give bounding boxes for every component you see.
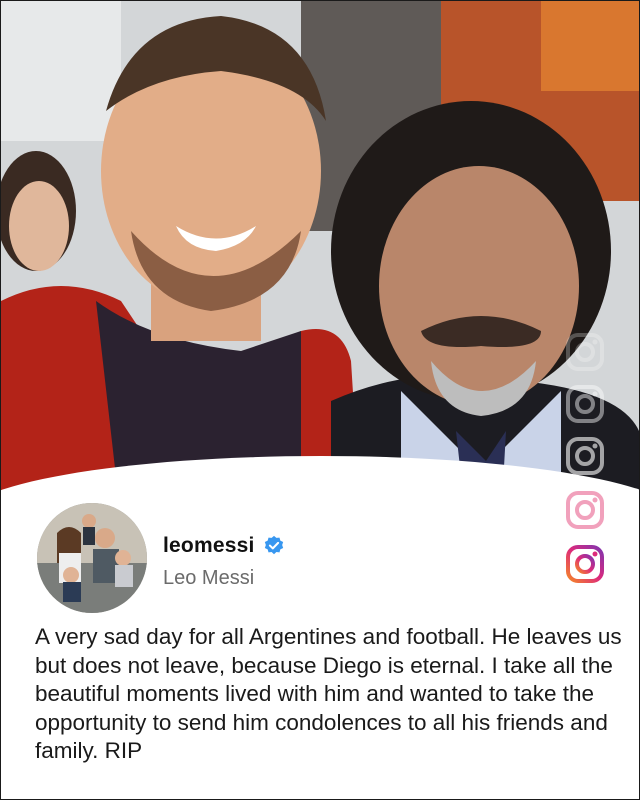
username-row: leomessi <box>163 534 285 558</box>
instagram-icon[interactable] <box>564 543 606 585</box>
verified-badge-icon <box>264 535 283 555</box>
username[interactable]: leomessi <box>163 534 255 558</box>
post-screenshot: leomessi Leo Messi A very sad day for al… <box>0 0 640 800</box>
instagram-icon <box>566 333 604 371</box>
instagram-icon <box>566 437 604 475</box>
instagram-icon <box>566 491 604 529</box>
instagram-icon <box>566 385 604 423</box>
avatar-family-photo <box>37 503 147 613</box>
profile-avatar[interactable] <box>37 503 147 613</box>
post-photo <box>1 1 639 521</box>
display-name: Leo Messi <box>163 567 255 589</box>
post-caption: A very sad day for all Argentines and fo… <box>35 624 622 763</box>
photo-illustration <box>1 1 639 521</box>
